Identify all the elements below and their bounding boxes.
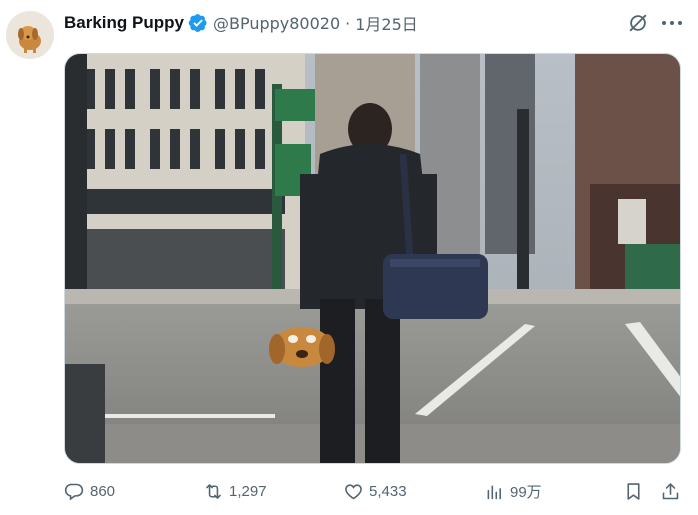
verified-badge-icon[interactable] (188, 13, 208, 33)
views-button[interactable]: 99万 (484, 477, 542, 505)
repost-icon (206, 483, 221, 499)
bookmark-button[interactable] (623, 477, 644, 505)
heart-icon (345, 483, 362, 499)
post-date[interactable]: 1月25日 (355, 11, 418, 35)
share-button[interactable] (660, 477, 681, 505)
grok-icon[interactable] (627, 12, 649, 34)
post-image[interactable] (64, 53, 681, 464)
views-icon (487, 484, 501, 499)
avatar-dog-image (6, 11, 54, 59)
post-header: Barking Puppy @BPuppy80020 · 1月25日 (64, 11, 418, 35)
display-name[interactable]: Barking Puppy (64, 13, 184, 33)
repost-button[interactable]: 1,297 (203, 477, 267, 505)
like-button[interactable]: 5,433 (343, 477, 407, 505)
avatar[interactable] (6, 11, 54, 59)
share-icon (662, 482, 679, 499)
view-count: 99万 (510, 483, 542, 501)
reply-icon (64, 483, 84, 500)
handle[interactable]: @BPuppy80020 (213, 14, 340, 33)
separator-dot: · (345, 13, 351, 33)
like-count: 5,433 (369, 482, 407, 500)
action-bar: 860 1,297 5,433 99万 (0, 477, 698, 505)
repost-count: 1,297 (229, 482, 267, 500)
reply-count: 860 (90, 482, 116, 500)
reply-button[interactable]: 860 (64, 477, 115, 505)
bookmark-icon (627, 482, 640, 500)
street-photo (65, 54, 680, 463)
more-icon[interactable] (662, 21, 686, 27)
